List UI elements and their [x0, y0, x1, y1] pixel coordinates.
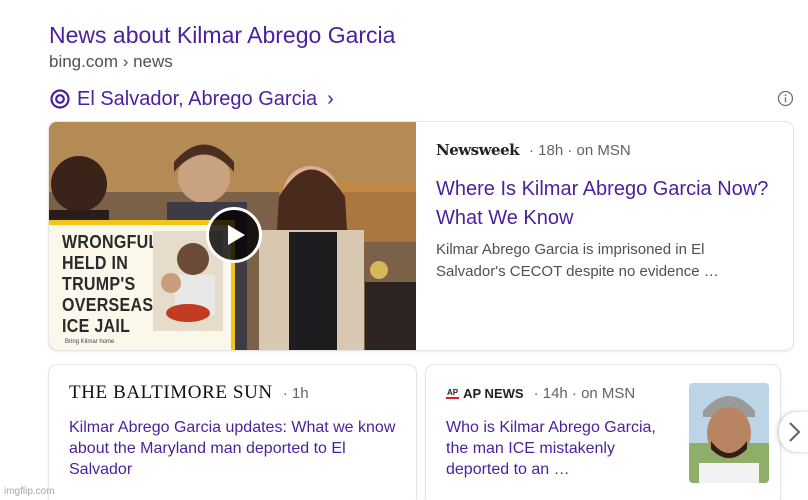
news-card-ap[interactable]: AP AP NEWS · 14h · on MSN Who is Kilmar … — [426, 365, 780, 500]
chevron-right-icon[interactable]: › — [327, 88, 334, 111]
story-meta: · 18h · on MSN — [529, 141, 631, 159]
featured-news-image[interactable]: WRONGFULLY HELD IN TRUMP'S OVERSEAS ICE … — [49, 122, 416, 350]
featured-headline-link[interactable]: Where Is Kilmar Abrego Garcia Now? What … — [436, 175, 776, 233]
featured-snippet: Kilmar Abrego Garcia is imprisoned in El… — [436, 241, 719, 280]
story-meta: · 1h — [282, 384, 309, 402]
featured-news-body: Newsweek · 18h · on MSN Where Is Kilmar … — [436, 138, 776, 283]
source-row: Newsweek · 18h · on MSN — [436, 138, 776, 162]
newsweek-logo: Newsweek — [436, 141, 520, 159]
story-headline-link[interactable]: Who is Kilmar Abrego Garcia, the man ICE… — [446, 417, 676, 480]
ap-news-logo: AP AP NEWS — [446, 386, 524, 401]
page-title[interactable]: News about Kilmar Abrego Garcia — [49, 22, 395, 49]
ap-news-label: AP NEWS — [463, 385, 524, 401]
featured-news-card[interactable]: WRONGFULLY HELD IN TRUMP'S OVERSEAS ICE … — [49, 122, 793, 350]
play-icon — [228, 225, 245, 245]
portrait-photo — [689, 383, 769, 483]
chevron-right-icon — [789, 422, 801, 442]
topic-link[interactable]: El Salvador, Abrego Garcia — [77, 88, 317, 111]
play-video-button[interactable] — [206, 207, 262, 263]
source-row: THE BALTIMORE SUN · 1h — [69, 381, 403, 405]
ap-mark: AP — [446, 387, 460, 399]
sign-text-line: OVERSEAS — [62, 296, 154, 316]
source-row: AP AP NEWS · 14h · on MSN — [446, 381, 676, 405]
topic-ring-icon — [49, 88, 71, 110]
imgflip-watermark: imgflip.com — [4, 486, 55, 497]
story-thumbnail[interactable] — [689, 383, 769, 483]
carousel-next-button[interactable] — [779, 412, 808, 452]
sign-text-line: ICE JAIL — [62, 317, 131, 337]
baltimore-sun-logo: THE BALTIMORE SUN — [69, 382, 273, 403]
news-card-baltimore[interactable]: THE BALTIMORE SUN · 1h Kilmar Abrego Gar… — [49, 365, 416, 500]
breadcrumb[interactable]: bing.com › news — [49, 52, 173, 72]
sign-text-line: TRUMP'S — [62, 275, 136, 295]
topic-row[interactable]: El Salvador, Abrego Garcia › — [49, 86, 334, 112]
story-headline-link[interactable]: Kilmar Abrego Garcia updates: What we kn… — [69, 417, 403, 480]
story-meta: · 14h · on MSN — [533, 384, 636, 402]
sign-text-line: HELD IN — [62, 254, 129, 274]
info-icon[interactable] — [777, 90, 794, 107]
sign-footer: Bring Kilmar home — [65, 339, 115, 345]
